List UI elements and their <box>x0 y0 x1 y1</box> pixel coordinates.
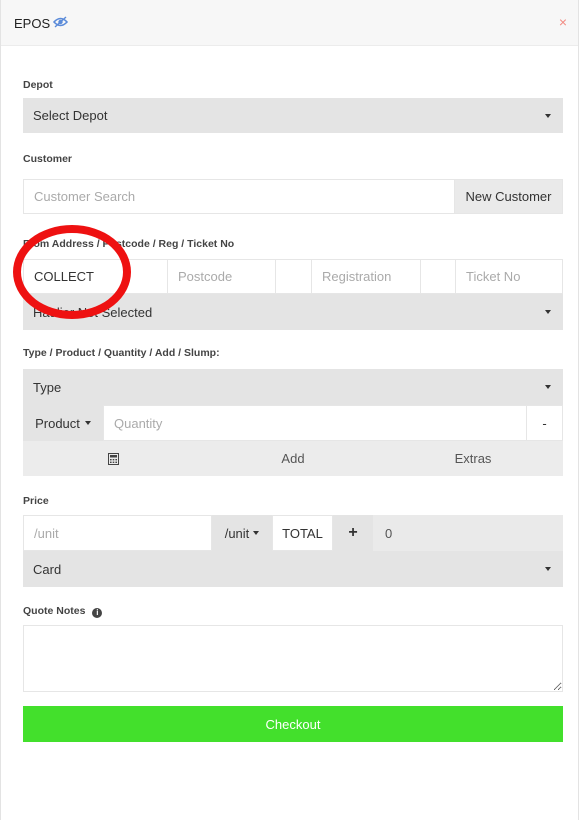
chevron-down-icon <box>545 567 551 571</box>
plus-button[interactable]: + <box>333 515 373 551</box>
type-select[interactable]: Type <box>23 369 563 405</box>
product-dropdown-button[interactable]: Product <box>23 405 103 441</box>
customer-label: Customer <box>23 153 73 165</box>
product-button-label: Product <box>35 415 80 431</box>
type-select-value: Type <box>33 379 62 395</box>
address-value: COLLECT <box>34 269 94 284</box>
payment-select[interactable]: Card <box>23 551 563 587</box>
total-value: 0 <box>373 515 563 551</box>
eye-icon[interactable] <box>52 15 69 33</box>
registration-input[interactable]: Registration <box>311 259 421 294</box>
address-label: From Address / Postcode / Reg / Ticket N… <box>23 238 235 250</box>
minus-button[interactable]: - <box>526 405 563 441</box>
checkout-button[interactable]: Checkout <box>23 706 563 742</box>
address-input[interactable]: COLLECT <box>23 259 168 294</box>
chevron-down-icon <box>84 421 91 425</box>
product-action-row: Add Extras <box>23 441 563 476</box>
calculator-button[interactable] <box>23 441 203 476</box>
product-label: Type / Product / Quantity / Add / Slump: <box>23 347 220 359</box>
epos-panel: EPOS × Depot Select Depot Customer Custo… <box>0 0 579 820</box>
extras-button[interactable]: Extras <box>383 441 563 476</box>
total-label: TOTAL <box>272 515 333 551</box>
unit-dropdown-label: /unit <box>224 525 250 541</box>
chevron-down-icon <box>253 531 260 535</box>
ticket-placeholder: Ticket No <box>466 269 521 284</box>
quantity-input[interactable]: Quantity <box>103 405 527 441</box>
quote-notes-label: Quote Notes i <box>23 605 103 618</box>
unit-price-input[interactable]: /unit <box>23 515 212 551</box>
add-button[interactable]: Add <box>203 441 383 476</box>
quote-notes-textarea[interactable] <box>23 625 563 692</box>
unit-price-placeholder: /unit <box>34 525 59 541</box>
postcode-input[interactable]: Postcode <box>167 259 276 294</box>
unit-dropdown-button[interactable]: /unit <box>212 515 272 551</box>
new-customer-button[interactable]: New Customer <box>454 179 563 214</box>
info-icon: i <box>92 608 103 618</box>
price-label: Price <box>23 495 49 507</box>
payment-select-value: Card <box>33 561 62 577</box>
chevron-down-icon <box>545 310 551 314</box>
postcode-placeholder: Postcode <box>178 269 233 284</box>
chevron-down-icon <box>545 113 551 118</box>
quantity-placeholder: Quantity <box>114 415 163 431</box>
quote-notes-text: Quote Notes <box>23 605 86 617</box>
depot-select[interactable]: Select Depot <box>23 98 563 133</box>
customer-search-input[interactable]: Customer Search <box>23 179 455 214</box>
haulier-select[interactable]: Haulier Not Selected <box>23 294 563 330</box>
ticket-input[interactable]: Ticket No <box>455 259 563 294</box>
depot-select-value: Select Depot <box>33 108 108 123</box>
panel-title: EPOS <box>14 16 51 31</box>
registration-placeholder: Registration <box>322 269 392 284</box>
haulier-select-value: Haulier Not Selected <box>33 304 153 320</box>
customer-search-placeholder: Customer Search <box>34 189 136 204</box>
calculator-icon <box>107 452 119 465</box>
registration-spacer <box>420 259 456 294</box>
depot-label: Depot <box>23 79 53 91</box>
panel-header: EPOS × <box>1 0 578 46</box>
close-icon[interactable]: × <box>559 14 567 30</box>
address-spacer <box>275 259 312 294</box>
chevron-down-icon <box>545 385 551 389</box>
